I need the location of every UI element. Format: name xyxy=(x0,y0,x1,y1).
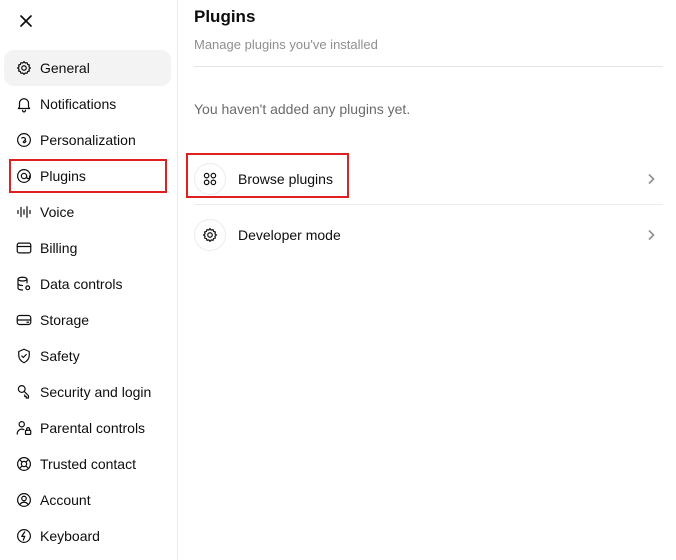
page-subtitle: Manage plugins you've installed xyxy=(194,37,378,52)
sidebar-item-security-and-login[interactable]: Security and login xyxy=(4,374,171,410)
sidebar-item-general[interactable]: General xyxy=(4,50,171,86)
grid-icon xyxy=(194,162,226,195)
key-icon xyxy=(14,382,34,402)
browse-plugins-label: Browse plugins xyxy=(238,170,333,187)
sidebar-item-safety[interactable]: Safety xyxy=(4,338,171,374)
close-icon xyxy=(20,15,32,27)
sidebar-item-personalization[interactable]: Personalization xyxy=(4,122,171,158)
sidebar-item-label: Personalization xyxy=(40,132,136,148)
gear-icon xyxy=(14,58,34,78)
sidebar-item-label: Billing xyxy=(40,240,78,256)
sidebar-item-voice[interactable]: Voice xyxy=(4,194,171,230)
sidebar-item-label: Account xyxy=(40,492,91,508)
voice-icon xyxy=(14,202,34,222)
settings-nav: General Notifications Personalization Pl… xyxy=(4,50,171,554)
sidebar-item-trusted-contact[interactable]: Trusted contact xyxy=(4,446,171,482)
gear-icon xyxy=(194,219,226,251)
account-icon xyxy=(14,490,34,510)
storage-icon xyxy=(14,310,34,330)
sidebar-item-keyboard[interactable]: Keyboard xyxy=(4,518,171,554)
database-icon xyxy=(14,274,34,294)
sidebar-item-label: General xyxy=(40,60,90,76)
sidebar-item-data-controls[interactable]: Data controls xyxy=(4,266,171,302)
lifebuoy-icon xyxy=(14,454,34,474)
empty-state-text: You haven't added any plugins yet. xyxy=(194,101,411,117)
user-lock-icon xyxy=(14,418,34,438)
plugins-icon xyxy=(14,166,34,186)
close-button[interactable] xyxy=(12,8,40,34)
divider xyxy=(194,66,663,67)
developer-mode-row[interactable]: Developer mode xyxy=(194,209,663,261)
sidebar-item-label: Voice xyxy=(40,204,75,220)
sidebar-item-account[interactable]: Account xyxy=(4,482,171,518)
sidebar-item-label: Notifications xyxy=(40,96,117,112)
sidebar-item-label: Safety xyxy=(40,348,80,364)
card-icon xyxy=(14,238,34,258)
keyboard-icon xyxy=(14,526,34,546)
settings-sidebar: General Notifications Personalization Pl… xyxy=(0,0,178,560)
sidebar-item-label: Storage xyxy=(40,312,90,328)
sidebar-item-parental-controls[interactable]: Parental controls xyxy=(4,410,171,446)
chevron-right-icon xyxy=(643,227,659,243)
sidebar-item-label: Parental controls xyxy=(40,420,146,436)
shield-icon xyxy=(14,346,34,366)
bell-icon xyxy=(14,94,34,114)
page-title: Plugins xyxy=(194,7,256,26)
settings-window: General Notifications Personalization Pl… xyxy=(0,0,676,560)
sidebar-item-label: Data controls xyxy=(40,276,123,292)
sidebar-item-label: Keyboard xyxy=(40,528,100,544)
browse-plugins-row[interactable]: Browse plugins xyxy=(194,153,663,205)
sidebar-item-billing[interactable]: Billing xyxy=(4,230,171,266)
sidebar-item-storage[interactable]: Storage xyxy=(4,302,171,338)
developer-mode-label: Developer mode xyxy=(238,227,341,243)
sidebar-item-plugins[interactable]: Plugins xyxy=(4,158,171,194)
chevron-right-icon xyxy=(643,171,659,187)
sidebar-item-label: Trusted contact xyxy=(40,456,136,472)
personalization-icon xyxy=(14,130,34,150)
sidebar-item-label: Plugins xyxy=(40,168,86,184)
sidebar-item-label: Security and login xyxy=(40,384,152,400)
sidebar-item-notifications[interactable]: Notifications xyxy=(4,86,171,122)
